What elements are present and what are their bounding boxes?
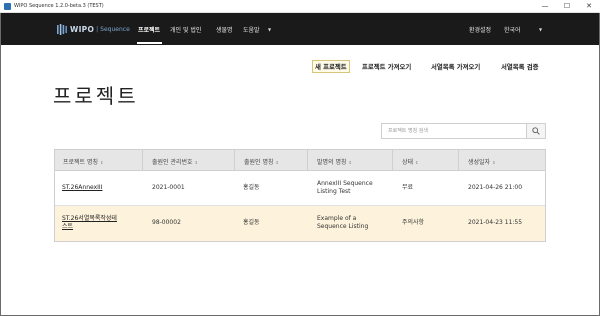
new-project-button[interactable]: 새 프로젝트 — [312, 60, 350, 73]
column-header-project-name[interactable]: 프로젝트 명칭 ⇕ — [63, 157, 103, 166]
language-selector[interactable]: 한국어 — [504, 25, 521, 34]
page-title: 프로젝트 — [53, 84, 139, 108]
status-cell: 무료 — [402, 184, 414, 191]
projects-table: 프로젝트 명칭 ⇕ 출원인 관리번호 ⇕ 출원인 명칭 ⇕ 발명의 명칭 ⇕ 상태 ⇕ 생… — [54, 149, 546, 242]
column-header-label: 프로젝트 명칭 — [63, 159, 99, 166]
wipo-sequence-logo[interactable]: WIPO | Sequence — [57, 22, 130, 36]
project-name-link[interactable]: ST.26AnnexIII — [62, 184, 102, 192]
sort-icon: ⇕ — [348, 160, 352, 165]
close-button[interactable]: ✕ — [578, 0, 600, 13]
window-titlebar: WIPO Sequence 1.2.0-beta.3 (TEST) — ☐ ✕ — [0, 0, 600, 13]
invention-title-line: AnnexIII Sequence — [317, 180, 373, 187]
created-date-cell: 2021-04-26 21:00 — [468, 184, 523, 191]
nav-item-help[interactable]: 도움말 — [243, 25, 260, 34]
top-navbar: WIPO | Sequence 프로젝트 개인 및 법인 생물명 도움말 ▼ 환… — [0, 13, 600, 45]
created-date-cell: 2021-04-23 11:55 — [468, 219, 523, 226]
nav-item-persons[interactable]: 개인 및 법인 — [170, 25, 201, 34]
nav-item-organisms[interactable]: 생물명 — [216, 25, 233, 34]
import-project-button[interactable]: 프로젝트 가져오기 — [362, 62, 411, 71]
column-header-invention-title[interactable]: 발명의 명칭 ⇕ — [317, 157, 352, 166]
project-name-link[interactable]: ST.26서열목록작성테 스트 — [62, 215, 117, 231]
settings-link[interactable]: 환경설정 — [469, 25, 491, 34]
sort-icon: ⇕ — [415, 160, 419, 165]
column-header-created[interactable]: 생성일자 ⇕ — [468, 157, 495, 166]
app-icon — [4, 2, 11, 10]
window-frame-left — [0, 13, 1, 316]
nav-item-projects[interactable]: 프로젝트 — [138, 25, 160, 34]
column-header-label: 상태 — [402, 159, 414, 166]
column-header-label: 발명의 명칭 — [317, 159, 347, 166]
column-divider — [307, 150, 308, 170]
table-row-selected[interactable]: ST.26서열목록작성테 스트 98-00002 홍길동 Example of … — [55, 206, 545, 241]
wipo-logo-icon — [57, 23, 67, 35]
sort-icon: ⇕ — [492, 160, 496, 165]
project-name-line: 스트 — [62, 223, 74, 230]
window-title: WIPO Sequence 1.2.0-beta.3 (TEST) — [14, 3, 104, 9]
minimize-button[interactable]: — — [534, 0, 556, 13]
column-header-label: 생성일자 — [468, 159, 491, 166]
invention-title-line: Sequence Listing — [317, 223, 369, 230]
invention-title-cell: AnnexIII Sequence Listing Test — [317, 180, 373, 196]
sort-icon: ⇕ — [100, 160, 104, 165]
logo-product-text: Sequence — [100, 25, 130, 33]
column-header-label: 출원인 명칭 — [244, 159, 274, 166]
import-listing-button[interactable]: 서열목록 가져오기 — [431, 62, 480, 71]
maximize-button[interactable]: ☐ — [556, 0, 578, 13]
help-caret-down-icon: ▼ — [268, 27, 272, 32]
search-icon — [532, 127, 540, 135]
table-header: 프로젝트 명칭 ⇕ 출원인 관리번호 ⇕ 출원인 명칭 ⇕ 발명의 명칭 ⇕ 상태 ⇕ 생… — [55, 150, 545, 171]
invention-title-cell: Example of a Sequence Listing — [317, 215, 368, 231]
sort-icon: ⇕ — [194, 160, 198, 165]
table-row[interactable]: ST.26AnnexIII 2021-0001 홍길동 AnnexIII Seq… — [55, 171, 545, 206]
applicant-name-cell: 홍길동 — [243, 219, 260, 226]
column-divider — [142, 150, 143, 170]
verify-listing-button[interactable]: 서열목록 검증 — [501, 62, 539, 71]
applicant-ref-cell: 98-00002 — [152, 219, 181, 226]
invention-title-line: Example of a — [317, 215, 357, 222]
applicant-name-cell: 홍길동 — [243, 184, 260, 191]
search-button[interactable] — [527, 123, 546, 139]
column-divider — [234, 150, 235, 170]
column-divider — [392, 150, 393, 170]
column-header-applicant-name[interactable]: 출원인 명칭 ⇕ — [244, 157, 279, 166]
project-search-input[interactable] — [381, 123, 527, 139]
logo-wipo-text: WIPO — [70, 24, 95, 34]
status-cell: 주의사항 — [402, 219, 425, 226]
project-name-line: ST.26서열목록작성테 — [62, 215, 117, 222]
logo-separator: | — [96, 25, 99, 33]
active-nav-indicator — [137, 42, 162, 44]
window-controls: — ☐ ✕ — [534, 0, 600, 13]
applicant-ref-cell: 2021-0001 — [152, 184, 185, 191]
language-caret-down-icon: ▼ — [539, 27, 543, 32]
column-header-applicant-ref[interactable]: 출원인 관리번호 ⇕ — [152, 157, 198, 166]
sort-icon: ⇕ — [275, 160, 279, 165]
invention-title-line: Listing Test — [317, 188, 351, 195]
column-divider — [458, 150, 459, 170]
column-header-label: 출원인 관리번호 — [152, 159, 193, 166]
column-header-status[interactable]: 상태 ⇕ — [402, 157, 418, 166]
